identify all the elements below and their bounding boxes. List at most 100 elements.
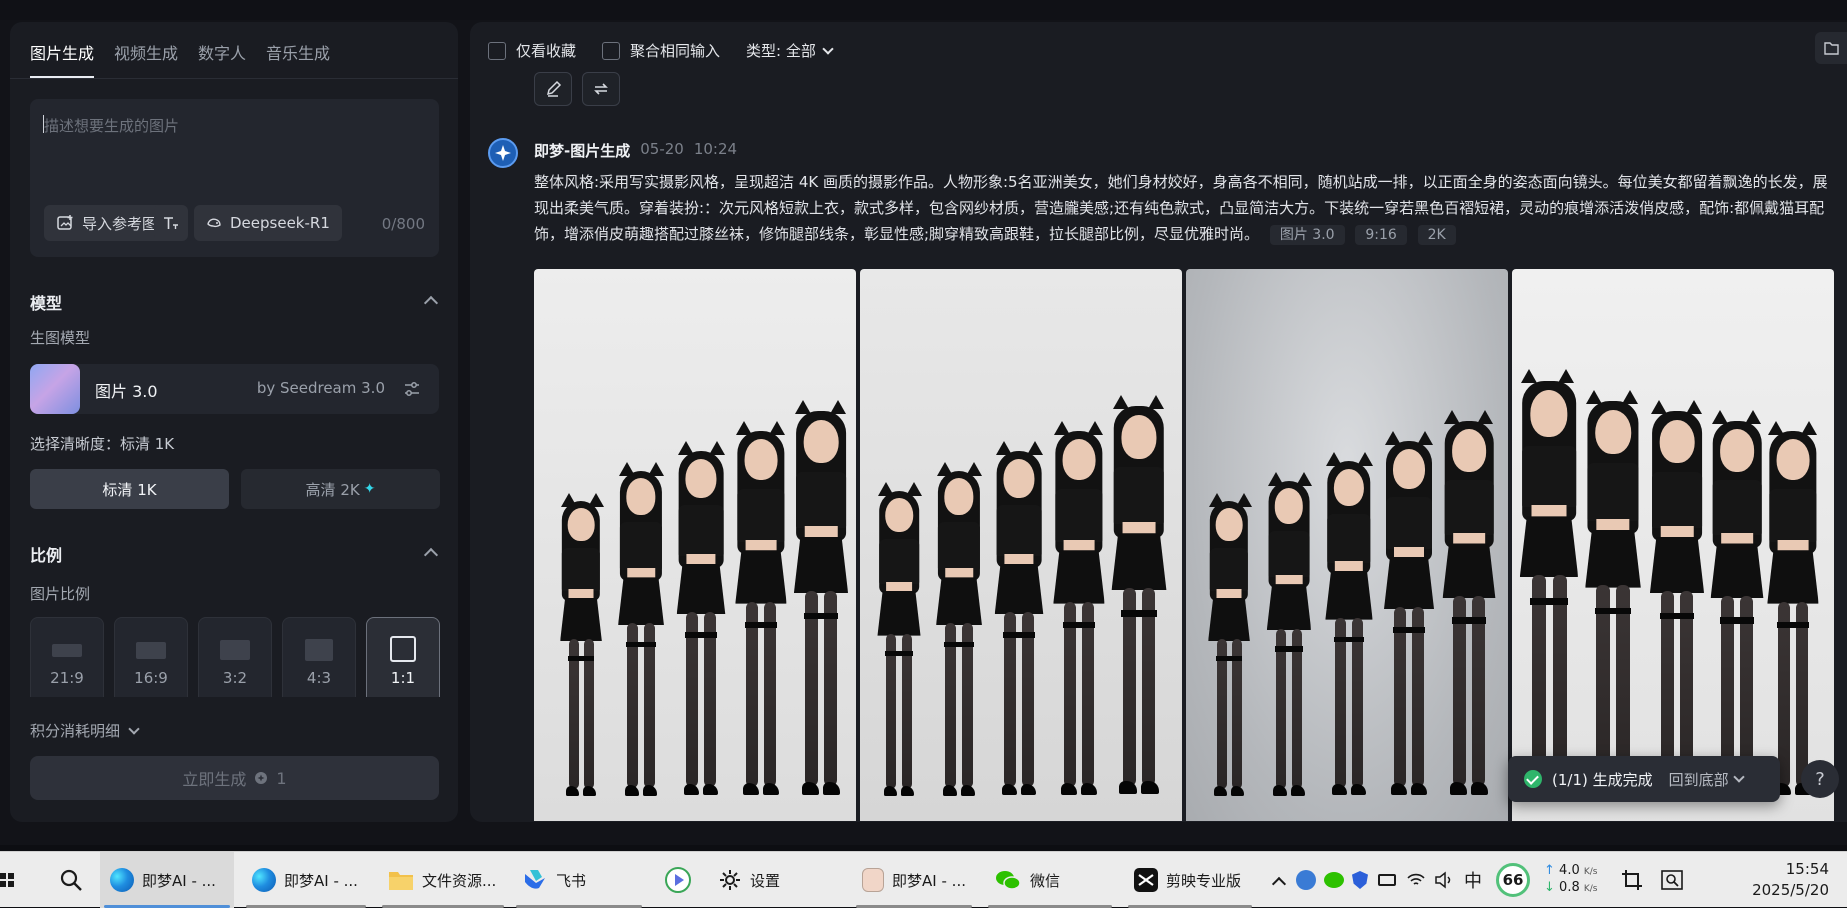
figure-leg bbox=[1531, 574, 1546, 785]
result-image-3[interactable] bbox=[1186, 269, 1508, 821]
merge-same-input-checkbox[interactable]: 聚合相同输入 bbox=[602, 40, 720, 61]
figure-skirt bbox=[877, 590, 921, 636]
figure-leg bbox=[1777, 601, 1790, 787]
system-clock[interactable]: 15:54 2025/5/20 bbox=[1752, 859, 1829, 901]
figure-skirt bbox=[1111, 533, 1167, 591]
figure-skirt bbox=[1585, 529, 1641, 588]
type-filter-label: 类型: 全部 bbox=[746, 42, 816, 60]
volume-icon[interactable] bbox=[1434, 871, 1454, 889]
result-image-4[interactable] bbox=[1512, 269, 1834, 821]
tab-music-gen[interactable]: 音乐生成 bbox=[266, 40, 330, 78]
tag-model[interactable]: 图片 3.0 bbox=[1269, 225, 1345, 245]
figure-band bbox=[1530, 598, 1568, 605]
text-format-button[interactable] bbox=[154, 205, 188, 241]
figure-skirt bbox=[1208, 597, 1250, 641]
chevron-up-icon[interactable] bbox=[1271, 876, 1287, 892]
taskbar-item-capcut[interactable]: 剪映专业版 bbox=[1124, 852, 1256, 908]
sliders-icon[interactable] bbox=[403, 380, 421, 398]
speed-unit: K/s bbox=[1583, 884, 1598, 894]
figure-shoe bbox=[1020, 783, 1037, 796]
figure-ear bbox=[1745, 410, 1762, 425]
points-detail-toggle[interactable]: 积分消耗明细 bbox=[30, 720, 140, 741]
tray-app-icon[interactable] bbox=[1296, 870, 1316, 890]
generate-button[interactable]: 立即生成 1 bbox=[30, 756, 439, 800]
figure-top bbox=[796, 471, 846, 528]
prompt-placeholder: 描述想要生成的图片 bbox=[44, 117, 180, 135]
help-button[interactable]: ? bbox=[1801, 760, 1839, 798]
folder-button[interactable] bbox=[1815, 32, 1847, 64]
model-selector[interactable]: 图片 3.0 by Seedream 3.0 bbox=[30, 364, 439, 414]
import-reference-label: 导入参考图 bbox=[82, 214, 158, 233]
tab-image-gen[interactable]: 图片生成 bbox=[30, 40, 95, 78]
crop-icon[interactable] bbox=[1620, 868, 1644, 892]
regenerate-button[interactable] bbox=[582, 72, 620, 106]
figure-skirt bbox=[994, 563, 1044, 615]
wifi-icon[interactable] bbox=[1406, 871, 1426, 889]
chevron-down-icon bbox=[1732, 771, 1745, 783]
ime-indicator[interactable]: 中 bbox=[1464, 867, 1482, 893]
person-figure bbox=[1110, 395, 1168, 801]
taskbar-item-jimeng-app[interactable]: 即梦AI - ... bbox=[852, 852, 976, 908]
collapse-ratio-icon[interactable] bbox=[423, 547, 439, 563]
figure-top bbox=[1209, 547, 1249, 591]
ratio-option-16-9[interactable]: 16:9 bbox=[114, 617, 188, 697]
figure-leg bbox=[568, 639, 579, 790]
import-reference-button[interactable]: 导入参考图 bbox=[44, 205, 170, 241]
results-panel: 仅看收藏 聚合相同输入 类型: 全部 即梦-图片生成 05-20 10:24 整… bbox=[470, 22, 1847, 822]
screenshot-search-icon[interactable] bbox=[1660, 869, 1684, 891]
shield-icon[interactable] bbox=[1352, 871, 1368, 889]
tag-resolution[interactable]: 2K bbox=[1417, 225, 1456, 245]
figure-ear bbox=[1443, 410, 1460, 425]
figure-skirt bbox=[1325, 570, 1373, 620]
tab-video-gen[interactable]: 视频生成 bbox=[114, 40, 178, 78]
ratio-option-4-3[interactable]: 4:3 bbox=[282, 617, 356, 697]
figure-leg bbox=[1082, 601, 1095, 787]
favorites-only-checkbox[interactable]: 仅看收藏 bbox=[488, 40, 576, 61]
taskbar-item-wechat[interactable]: 微信 bbox=[984, 852, 1116, 908]
figure-band bbox=[1062, 622, 1096, 629]
taskbar-item-label: 即梦AI - ... bbox=[284, 871, 358, 890]
result-image-2[interactable] bbox=[860, 269, 1182, 821]
tag-ratio[interactable]: 9:16 bbox=[1355, 225, 1407, 245]
taskbar-item-player[interactable] bbox=[654, 852, 702, 908]
resolution-standard-button[interactable]: 标清 1K bbox=[30, 469, 229, 509]
figure-top bbox=[1444, 480, 1494, 535]
back-to-bottom-button[interactable]: 回到底部 bbox=[1669, 769, 1745, 790]
taskbar-item-edge-jimeng-1[interactable]: 即梦AI - ... bbox=[100, 852, 234, 908]
taskbar-item-edge-jimeng-2[interactable]: 即梦AI - ... bbox=[242, 852, 370, 908]
battery-icon[interactable] bbox=[1378, 874, 1396, 886]
figure-top bbox=[1712, 480, 1762, 535]
deepseek-model-chip[interactable]: Deepseek-R1 bbox=[194, 205, 342, 241]
figure-ear bbox=[1685, 400, 1702, 415]
ratio-option-1-1[interactable]: 1:1 bbox=[366, 617, 440, 697]
taskbar-item-feishu[interactable]: 飞书 bbox=[512, 852, 646, 908]
start-button[interactable] bbox=[0, 852, 20, 908]
notification-badge[interactable]: 66 bbox=[1496, 863, 1530, 897]
edit-button[interactable] bbox=[534, 72, 572, 106]
type-filter-dropdown[interactable]: 类型: 全部 bbox=[746, 40, 834, 61]
figure-band bbox=[1003, 631, 1035, 638]
figure-ear bbox=[677, 441, 694, 456]
figure-band bbox=[1659, 612, 1695, 619]
wechat-tray-icon[interactable] bbox=[1324, 872, 1344, 888]
taskbar-search-button[interactable] bbox=[48, 852, 94, 908]
person-figure bbox=[672, 441, 730, 801]
tab-digital-human[interactable]: 数字人 bbox=[198, 40, 246, 78]
prompt-input[interactable]: 描述想要生成的图片 导入参考图 Deepseek-R1 0/800 bbox=[30, 99, 439, 257]
figure-shoe bbox=[823, 781, 841, 795]
figure-ear bbox=[1711, 410, 1728, 425]
figure-shoe bbox=[900, 785, 915, 796]
person-figure bbox=[990, 441, 1048, 801]
taskbar-item-settings[interactable]: 设置 bbox=[708, 852, 842, 908]
figure-top bbox=[1327, 513, 1371, 563]
figure-leg bbox=[1394, 607, 1406, 787]
collapse-model-icon[interactable] bbox=[423, 295, 439, 311]
ratio-option-21-9[interactable]: 21:9 bbox=[30, 617, 104, 697]
resolution-high-button[interactable]: 高清 2K ✦ bbox=[241, 469, 440, 509]
taskbar-item-explorer[interactable]: 文件资源... bbox=[378, 852, 508, 908]
deepseek-label: Deepseek-R1 bbox=[230, 214, 330, 232]
result-image-1[interactable] bbox=[534, 269, 856, 821]
figure-head bbox=[944, 478, 974, 515]
ratio-label: 3:2 bbox=[222, 669, 248, 687]
ratio-option-3-2[interactable]: 3:2 bbox=[198, 617, 272, 697]
